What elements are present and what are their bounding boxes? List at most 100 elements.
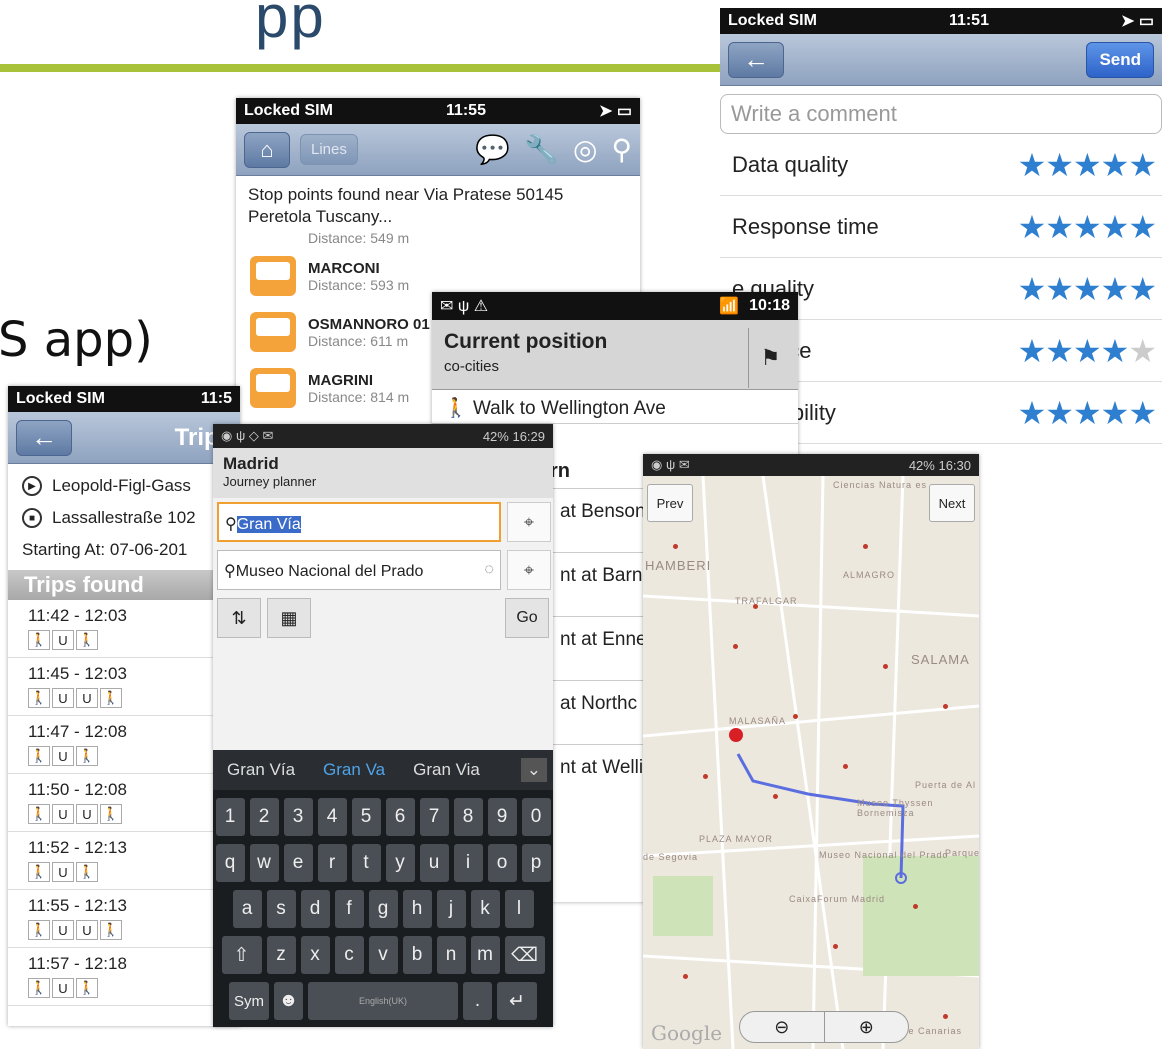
map-poi-icon[interactable] [673, 544, 678, 549]
suggestion-3[interactable]: Gran Via [413, 760, 480, 780]
key-2[interactable]: 2 [249, 798, 279, 836]
trip-row[interactable]: 11:55 - 12:13 🚶 U U 🚶 [8, 890, 240, 948]
origin-input[interactable]: ⚲Gran Vía [217, 502, 501, 542]
home-button[interactable]: ⌂ [244, 131, 290, 168]
shift-key[interactable]: ⇧ [221, 936, 262, 974]
star-icon[interactable]: ★ [1073, 395, 1102, 431]
destination-input[interactable]: ⚲Museo Nacional del Prado ◌ [217, 550, 501, 590]
key-g[interactable]: g [368, 890, 398, 928]
star-icon[interactable]: ★ [1128, 271, 1157, 307]
prev-button[interactable]: Prev [647, 484, 693, 522]
key-e[interactable]: e [283, 844, 313, 882]
key-r[interactable]: r [317, 844, 347, 882]
star-icon[interactable]: ★ [1101, 209, 1130, 245]
back-button[interactable]: ← [16, 419, 72, 456]
key-7[interactable]: 7 [419, 798, 449, 836]
star-icon[interactable]: ★ [1045, 333, 1074, 369]
key-l[interactable]: l [504, 890, 534, 928]
star-icon[interactable]: ★ [1101, 395, 1130, 431]
emoji-key[interactable]: ☻ [274, 982, 303, 1020]
star-icon[interactable]: ★ [1018, 333, 1047, 369]
go-button[interactable]: Go [505, 598, 549, 638]
rating-row[interactable]: Data quality ★★★★★ [720, 134, 1162, 196]
send-button[interactable]: Send [1086, 41, 1154, 78]
key-v[interactable]: v [368, 936, 398, 974]
key-b[interactable]: b [402, 936, 432, 974]
map-poi-icon[interactable] [943, 1014, 948, 1019]
map-poi-icon[interactable] [843, 764, 848, 769]
key-0[interactable]: 0 [521, 798, 551, 836]
star-rating[interactable]: ★★★★★ [1018, 394, 1157, 432]
chevron-down-icon[interactable]: ⌄ [520, 758, 547, 782]
star-icon[interactable]: ★ [1018, 271, 1047, 307]
key-8[interactable]: 8 [453, 798, 483, 836]
map-poi-icon[interactable] [703, 774, 708, 779]
map-poi-icon[interactable] [943, 704, 948, 709]
key-q[interactable]: q [215, 844, 245, 882]
star-icon[interactable]: ★ [1101, 147, 1130, 183]
star-icon[interactable]: ★ [1101, 271, 1130, 307]
star-icon[interactable]: ★ [1073, 209, 1102, 245]
map-poi-icon[interactable] [913, 904, 918, 909]
star-rating[interactable]: ★★★★★ [1018, 146, 1157, 184]
flag-icon[interactable]: ⚑ [748, 328, 792, 388]
star-icon[interactable]: ★ [1073, 147, 1102, 183]
period-key[interactable]: . [463, 982, 492, 1020]
key-d[interactable]: d [300, 890, 330, 928]
key-j[interactable]: j [436, 890, 466, 928]
comment-icon[interactable]: 💬 [475, 133, 510, 166]
key-w[interactable]: w [249, 844, 279, 882]
key-t[interactable]: t [351, 844, 381, 882]
key-u[interactable]: u [419, 844, 449, 882]
enter-key[interactable]: ↵ [497, 982, 537, 1020]
wrench-icon[interactable]: 🔧 [524, 133, 559, 166]
key-z[interactable]: z [266, 936, 296, 974]
map-poi-icon[interactable] [793, 714, 798, 719]
zoom-in-icon[interactable]: ⊕ [823, 1012, 909, 1042]
key-n[interactable]: n [436, 936, 466, 974]
map-poi-icon[interactable] [733, 644, 738, 649]
star-icon[interactable]: ★ [1045, 271, 1074, 307]
key-3[interactable]: 3 [283, 798, 313, 836]
star-icon[interactable]: ★ [1045, 147, 1074, 183]
key-p[interactable]: p [521, 844, 551, 882]
star-icon[interactable]: ★ [1018, 147, 1047, 183]
star-icon[interactable]: ★ [1018, 209, 1047, 245]
key-o[interactable]: o [487, 844, 517, 882]
locate-destination-button[interactable]: ⌖ [507, 550, 551, 590]
back-button[interactable]: ← [728, 41, 784, 78]
locate-icon[interactable]: ◎ [573, 133, 597, 166]
star-icon[interactable]: ★ [1128, 333, 1157, 369]
key-4[interactable]: 4 [317, 798, 347, 836]
map-poi-icon[interactable] [833, 944, 838, 949]
search-icon[interactable]: ⚲ [611, 133, 632, 166]
key-c[interactable]: c [334, 936, 364, 974]
locate-origin-button[interactable]: ⌖ [507, 502, 551, 542]
trip-row[interactable]: 11:57 - 12:18 🚶 U 🚶 [8, 948, 240, 1006]
star-icon[interactable]: ★ [1045, 209, 1074, 245]
map-poi-icon[interactable] [773, 794, 778, 799]
star-icon[interactable]: ★ [1128, 209, 1157, 245]
date-button[interactable]: ▦ [267, 598, 311, 638]
map-poi-icon[interactable] [863, 544, 868, 549]
key-i[interactable]: i [453, 844, 483, 882]
map-poi-icon[interactable] [753, 604, 758, 609]
star-icon[interactable]: ★ [1045, 395, 1074, 431]
map-poi-icon[interactable] [883, 664, 888, 669]
space-key[interactable]: English(UK) [308, 982, 458, 1020]
lines-button[interactable]: Lines [300, 134, 358, 165]
star-icon[interactable]: ★ [1101, 333, 1130, 369]
swap-button[interactable]: ⇅ [217, 598, 261, 638]
trip-row[interactable]: 11:52 - 12:13 🚶 U 🚶 [8, 832, 240, 890]
origin-pin-icon[interactable] [729, 728, 743, 742]
backspace-icon[interactable]: ⌫ [504, 936, 545, 974]
key-5[interactable]: 5 [351, 798, 381, 836]
map-poi-icon[interactable] [683, 974, 688, 979]
star-rating[interactable]: ★★★★★ [1018, 208, 1157, 246]
star-icon[interactable]: ★ [1128, 395, 1157, 431]
suggestion-1[interactable]: Gran Vía [227, 760, 295, 780]
key-a[interactable]: a [232, 890, 262, 928]
key-k[interactable]: k [470, 890, 500, 928]
trip-row[interactable]: 11:47 - 12:08 🚶 U 🚶 [8, 716, 240, 774]
walk-instruction[interactable]: 🚶 Walk to Wellington Ave [432, 390, 798, 424]
